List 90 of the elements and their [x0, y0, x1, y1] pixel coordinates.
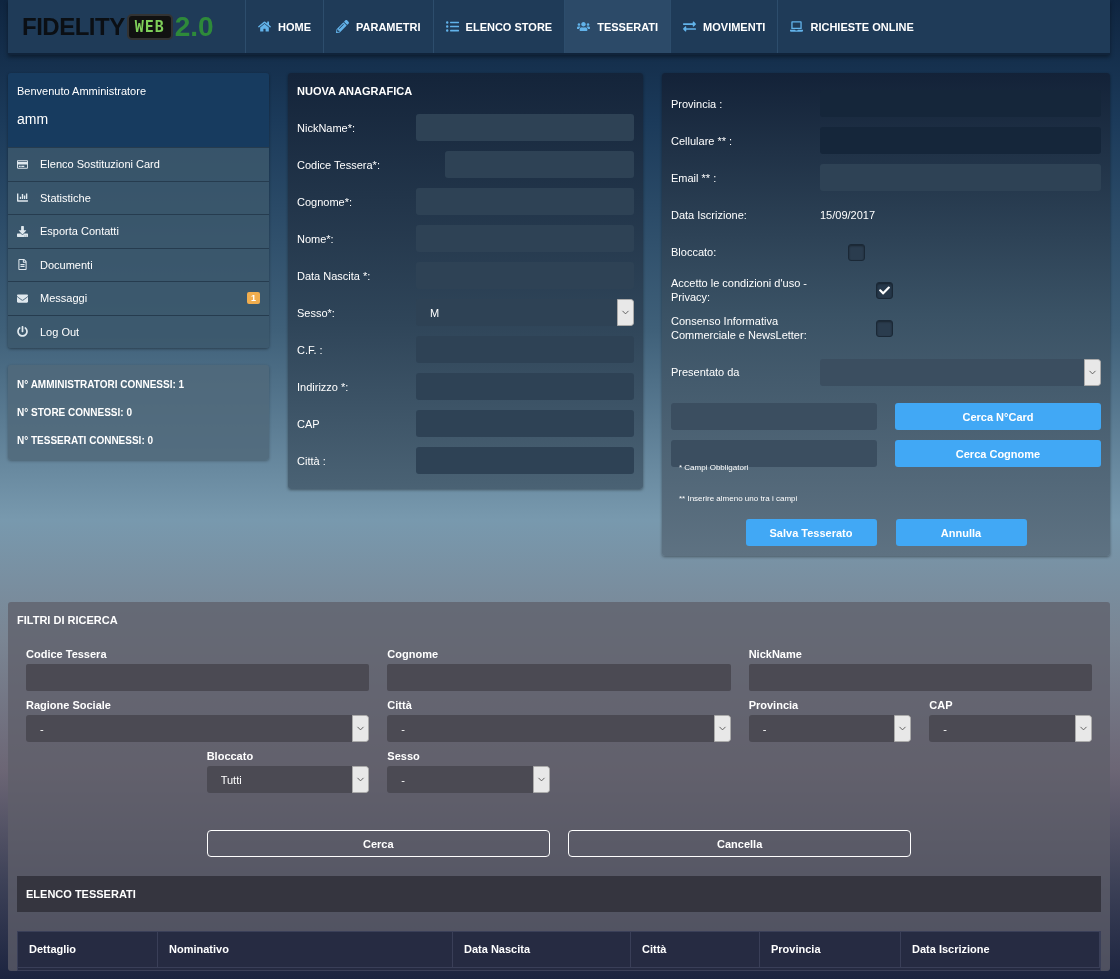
sidebar-item[interactable]: Elenco Sostituzioni Card: [8, 147, 269, 181]
input-field[interactable]: [416, 114, 634, 141]
column-header: Dettaglio: [18, 932, 158, 968]
column-header: Data Iscrizione: [901, 932, 1100, 968]
nav-tab[interactable]: MOVIMENTI: [670, 0, 778, 53]
checkbox[interactable]: [848, 243, 865, 261]
panel-title: NUOVA ANAGRAFICA: [297, 85, 414, 97]
section-title: ELENCO TESSERATI: [26, 888, 136, 900]
sidebar-item[interactable]: Messaggi 1: [8, 281, 269, 315]
filter-label: Provincia: [748, 699, 800, 711]
checkbox[interactable]: [876, 319, 893, 337]
document-icon: [17, 259, 28, 271]
field-label: Email ** :: [671, 170, 718, 185]
nav-tab[interactable]: RICHIESTE ONLINE: [777, 0, 926, 53]
users-icon: [577, 20, 591, 33]
input-field[interactable]: [748, 664, 1092, 691]
field-label: CAP: [297, 416, 321, 431]
filter-label: Codice Tessera: [26, 648, 108, 660]
field-label: Indirizzo *:: [297, 379, 350, 394]
field-label: Città :: [297, 453, 327, 468]
power-icon: [17, 326, 28, 338]
filter-label: CAP: [929, 699, 954, 711]
check-icon: [879, 284, 890, 296]
count-badge: 1: [247, 292, 260, 305]
home-icon: [258, 20, 271, 33]
download-icon: [17, 225, 28, 237]
field-label: Cognome*:: [297, 194, 354, 209]
user-name: amm: [17, 111, 50, 127]
filter-label: Sesso: [387, 750, 421, 762]
sidebar-item[interactable]: Log Out: [8, 314, 269, 348]
pencil-icon: [336, 20, 349, 33]
nav-tab[interactable]: PARAMETRI: [323, 0, 433, 53]
input-field[interactable]: [416, 447, 634, 474]
stat-text: N° AMMINISTRATORI CONNESSI: 1: [17, 379, 186, 390]
field-label: Provincia :: [671, 96, 724, 111]
field-label: Bloccato:: [671, 245, 718, 259]
select-field[interactable]: M: [416, 299, 634, 326]
field-label: Nome*:: [297, 231, 335, 246]
logo: FIDELITY WEB 2.0: [8, 0, 245, 53]
sidebar-item[interactable]: Documenti: [8, 247, 269, 281]
field-label: Presentato da: [671, 365, 741, 379]
column-header: Nominativo: [158, 932, 453, 968]
panel-title: FILTRI DI RICERCA: [17, 614, 119, 626]
field-label: C.F. :: [297, 342, 324, 357]
input-field[interactable]: [671, 440, 877, 467]
input-field[interactable]: [416, 410, 634, 437]
sidebar-item[interactable]: Statistiche: [8, 180, 269, 214]
filter-label: Bloccato: [206, 750, 255, 762]
field-label: NickName*:: [297, 120, 357, 135]
filter-label: NickName: [748, 648, 803, 660]
field-label: Codice Tessera*:: [297, 157, 381, 172]
select-field[interactable]: -: [26, 715, 370, 742]
outline-button[interactable]: Cancella: [568, 830, 912, 857]
field-label: Cellulare ** :: [671, 133, 734, 148]
date-value: 15/09/2017: [820, 208, 877, 221]
select-field[interactable]: -: [387, 766, 550, 793]
column-header: Data Nascita: [453, 932, 631, 968]
sidebar-item[interactable]: Esporta Contatti: [8, 214, 269, 248]
select-field[interactable]: Tutti: [206, 766, 370, 793]
filter-label: Ragione Sociale: [26, 699, 112, 711]
envelope-icon: [17, 292, 28, 304]
outline-button[interactable]: Cerca: [206, 830, 550, 857]
nav-tab[interactable]: HOME: [245, 0, 323, 53]
input-field[interactable]: [26, 664, 370, 691]
field-label: Data Iscrizione:: [671, 207, 748, 222]
filter-label: Cognome: [387, 648, 440, 660]
select-field[interactable]: -: [387, 715, 731, 742]
list-icon: [445, 20, 459, 33]
select-field[interactable]: [820, 358, 1101, 386]
nav-tab[interactable]: TESSERATI: [564, 0, 671, 53]
bar-chart-icon: [17, 192, 28, 204]
card-icon: [17, 158, 28, 170]
input-field[interactable]: [387, 664, 731, 691]
select-field[interactable]: -: [929, 715, 1092, 742]
stat-text: N° TESSERATI CONNESSI: 0: [17, 435, 155, 446]
laptop-icon: [790, 20, 804, 33]
column-header: Città: [631, 932, 760, 968]
stat-text: N° STORE CONNESSI: 0: [17, 407, 133, 418]
column-header: Provincia: [760, 932, 901, 968]
field-label: Sesso*:: [297, 305, 336, 320]
field-label: Consenso Informativa Commerciale e NewsLetter:: [671, 314, 808, 342]
select-field[interactable]: -: [748, 715, 912, 742]
checkbox[interactable]: [876, 281, 893, 299]
note-text: * Campi Obbligatori: [678, 463, 750, 472]
note-text: ** Inserire almeno uno tra i campi: [678, 494, 799, 503]
welcome-text: Benvenuto Amministratore: [17, 85, 147, 97]
arrows-icon: [683, 20, 697, 33]
filter-label: Città: [387, 699, 413, 711]
field-label: Accetto le condizioni d'uso - Privacy:: [671, 276, 808, 304]
field-label: Data Nascita *:: [297, 268, 372, 283]
